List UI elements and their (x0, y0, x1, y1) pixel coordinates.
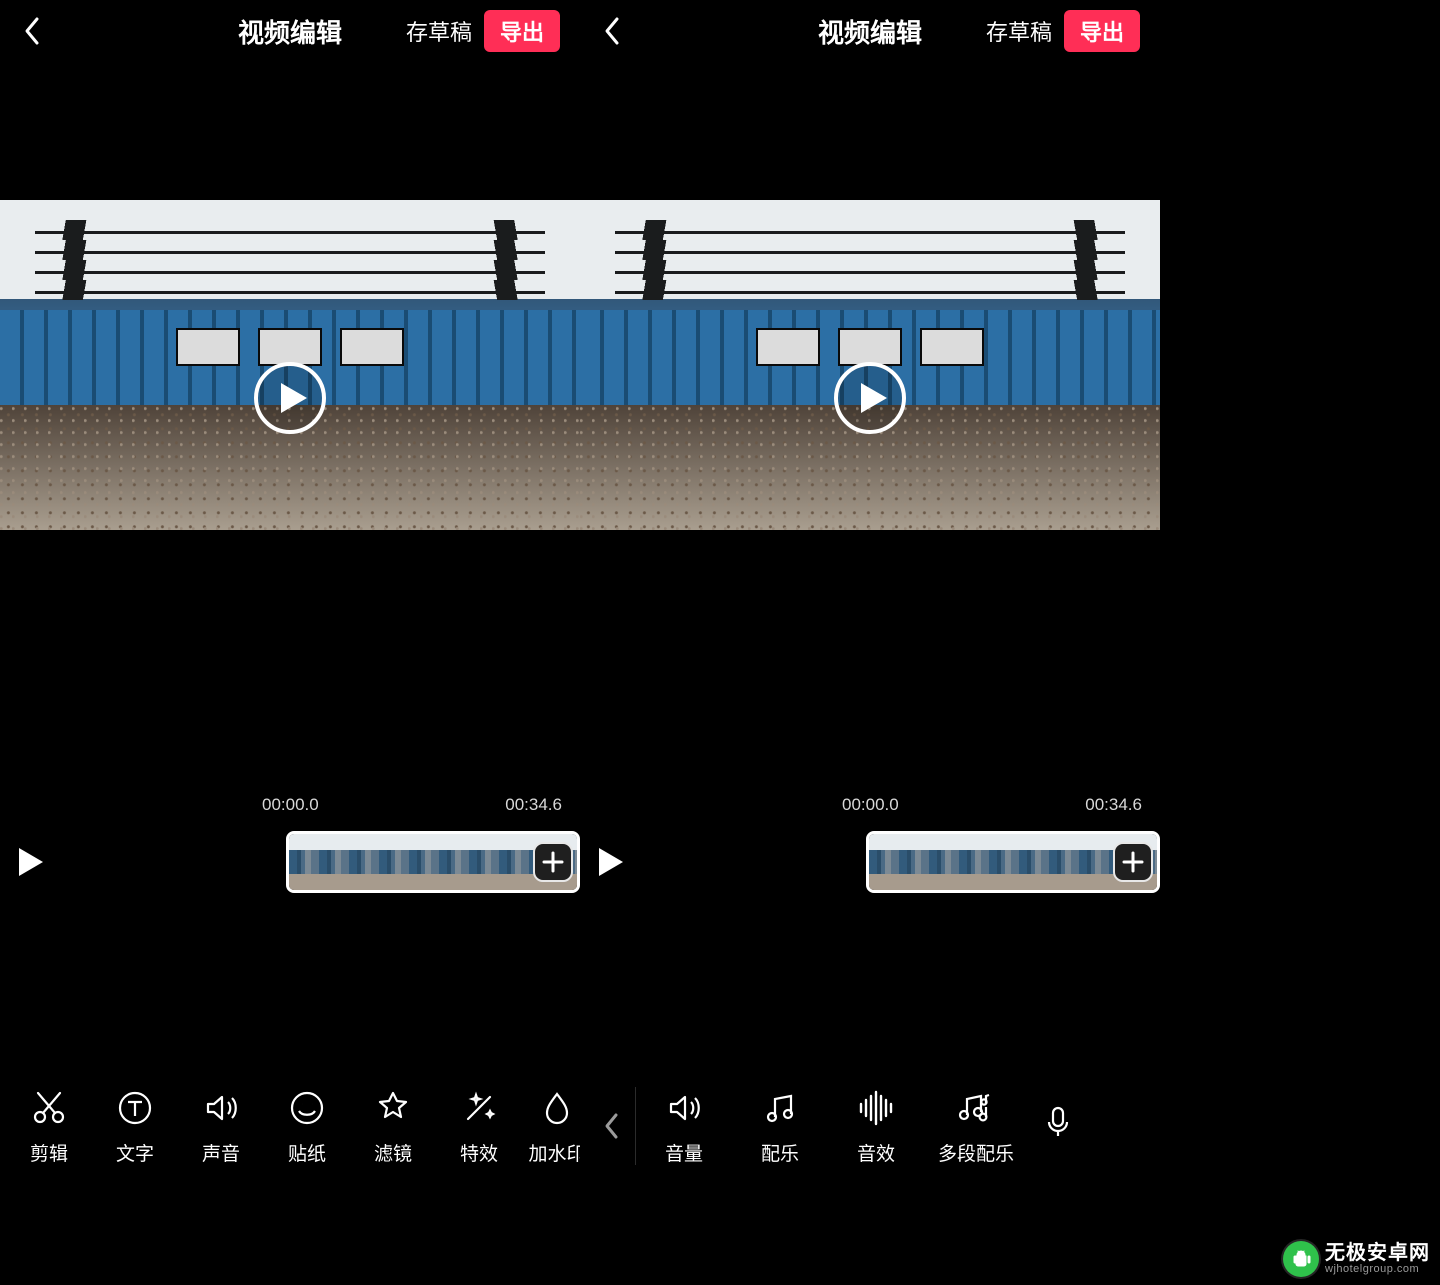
time-start: 00:00.0 (262, 795, 319, 821)
play-button[interactable] (834, 362, 906, 434)
toolbar-audio: 音量 配乐 音效 多段配乐 (580, 977, 1160, 1285)
tool-multi-music[interactable]: 多段配乐 (924, 1087, 1028, 1166)
tool-label: 音效 (857, 1139, 895, 1166)
header-actions: 存草稿 导出 (406, 10, 560, 52)
toolbar: 剪辑 文字 声音 贴纸 滤镜 (0, 977, 580, 1285)
right-screen: 视频编辑 存草稿 导出 00:00.0 00:34.6 (580, 0, 1160, 1285)
save-draft-button[interactable]: 存草稿 (986, 15, 1052, 47)
header-actions: 存草稿 导出 (986, 10, 1140, 52)
text-icon (114, 1087, 156, 1129)
wand-icon (458, 1087, 500, 1129)
page-title: 视频编辑 (818, 13, 922, 50)
save-draft-button[interactable]: 存草稿 (406, 15, 472, 47)
drop-icon (536, 1087, 578, 1129)
tool-label: 剪辑 (30, 1139, 68, 1166)
waveform-icon (855, 1087, 897, 1129)
tool-sticker[interactable]: 贴纸 (264, 1087, 350, 1166)
timeline-play-button[interactable] (580, 846, 642, 878)
add-clip-button[interactable] (533, 842, 573, 882)
tool-label: 音量 (665, 1139, 703, 1166)
timeline-row (580, 831, 1160, 893)
tool-effect[interactable]: 特效 (436, 1087, 522, 1166)
sticker-icon (286, 1087, 328, 1129)
tool-text[interactable]: 文字 (92, 1087, 178, 1166)
speaker-icon (200, 1087, 242, 1129)
back-button[interactable] (600, 19, 624, 43)
back-button[interactable] (20, 19, 44, 43)
watermark-logo: 无极安卓网 wjhotelgroup.com (1283, 1241, 1430, 1277)
logo-subtext: wjhotelgroup.com (1325, 1264, 1430, 1276)
time-end: 00:34.6 (1085, 795, 1142, 821)
tool-label: 多段配乐 (938, 1139, 1014, 1166)
tool-filter[interactable]: 滤镜 (350, 1087, 436, 1166)
time-end: 00:34.6 (505, 795, 562, 821)
header: 视频编辑 存草稿 导出 (0, 0, 580, 62)
multi-music-icon (955, 1087, 997, 1129)
preview-area (580, 62, 1160, 757)
clip-track[interactable] (866, 831, 1160, 893)
tool-label: 特效 (460, 1139, 498, 1166)
add-clip-button[interactable] (1113, 842, 1153, 882)
logo-text: 无极安卓网 (1325, 1243, 1430, 1264)
filter-icon (372, 1087, 414, 1129)
page-title: 视频编辑 (238, 13, 342, 50)
tool-label: 滤镜 (374, 1139, 412, 1166)
clip-track[interactable] (286, 831, 580, 893)
preview-area (0, 62, 580, 757)
tool-label: 声音 (202, 1139, 240, 1166)
tool-label: 文字 (116, 1139, 154, 1166)
tool-sound[interactable]: 声音 (178, 1087, 264, 1166)
toolbar-back-button[interactable] (586, 1087, 636, 1165)
tool-soundfx[interactable]: 音效 (828, 1087, 924, 1166)
tool-label: 配乐 (761, 1139, 799, 1166)
timeline-area: 00:00.0 00:34.6 (0, 757, 580, 977)
play-button[interactable] (254, 362, 326, 434)
time-labels: 00:00.0 00:34.6 (262, 795, 562, 821)
scissors-icon (28, 1087, 70, 1129)
time-start: 00:00.0 (842, 795, 899, 821)
tool-voiceover[interactable] (1028, 1100, 1088, 1152)
export-button[interactable]: 导出 (1064, 10, 1140, 52)
speaker-icon (663, 1087, 705, 1129)
timeline-area: 00:00.0 00:34.6 (580, 757, 1160, 977)
music-note-icon (759, 1087, 801, 1129)
tool-cut[interactable]: 剪辑 (6, 1087, 92, 1166)
tool-volume[interactable]: 音量 (636, 1087, 732, 1166)
tool-label: 贴纸 (288, 1139, 326, 1166)
export-button[interactable]: 导出 (484, 10, 560, 52)
android-icon (1283, 1241, 1319, 1277)
left-screen: 视频编辑 存草稿 导出 00:00.0 00:34.6 (0, 0, 580, 1285)
header: 视频编辑 存草稿 导出 (580, 0, 1160, 62)
tool-music[interactable]: 配乐 (732, 1087, 828, 1166)
mic-icon (1037, 1100, 1079, 1142)
timeline-play-button[interactable] (0, 846, 62, 878)
time-labels: 00:00.0 00:34.6 (842, 795, 1142, 821)
tool-label: 加水印 (528, 1139, 585, 1166)
timeline-row (0, 831, 580, 893)
